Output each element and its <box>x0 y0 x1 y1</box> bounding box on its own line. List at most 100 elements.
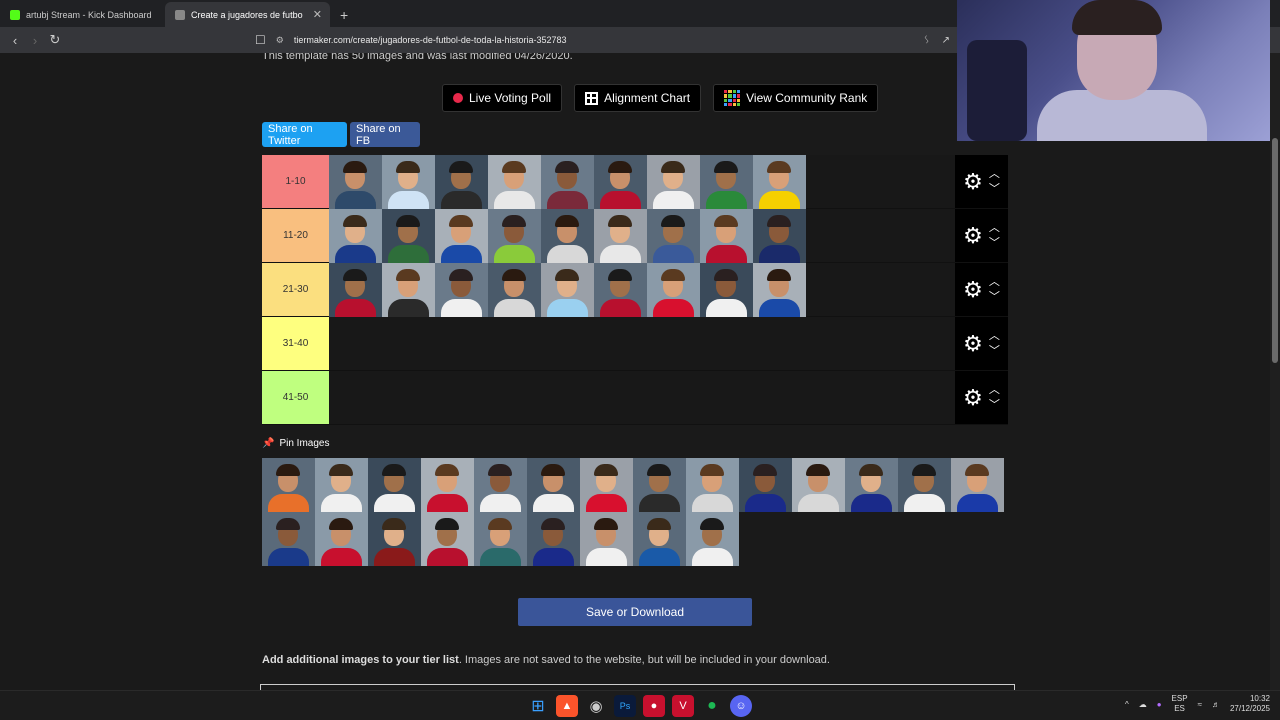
save-or-download-button[interactable]: Save or Download <box>518 598 752 626</box>
player-image[interactable] <box>686 458 739 512</box>
player-image[interactable] <box>315 458 368 512</box>
player-image[interactable] <box>845 458 898 512</box>
player-image[interactable] <box>700 263 753 317</box>
player-image[interactable] <box>262 458 315 512</box>
player-image[interactable] <box>647 209 700 263</box>
player-image[interactable] <box>368 512 421 566</box>
tab-kick-dashboard[interactable]: artubj Stream - Kick Dashboard <box>0 2 165 27</box>
tier-drop-area[interactable] <box>329 317 955 370</box>
player-image[interactable] <box>647 263 700 317</box>
player-image[interactable] <box>329 263 382 317</box>
player-image[interactable] <box>329 209 382 263</box>
player-image[interactable] <box>329 155 382 209</box>
player-image[interactable] <box>753 155 806 209</box>
photoshop-icon[interactable]: Ps <box>614 695 636 717</box>
player-image[interactable] <box>647 155 700 209</box>
player-image[interactable] <box>700 155 753 209</box>
gear-icon[interactable]: ⚙ <box>963 386 983 409</box>
tab-tiermaker[interactable]: Create a jugadores de futbol de ✕ <box>165 2 330 27</box>
player-image[interactable] <box>488 209 541 263</box>
share-twitter-button[interactable]: Share on Twitter <box>262 122 347 147</box>
tier-label[interactable]: 31-40 <box>262 317 329 370</box>
forward-icon[interactable]: › <box>25 33 45 48</box>
tier-label[interactable]: 41-50 <box>262 371 329 424</box>
player-image[interactable] <box>421 512 474 566</box>
player-image[interactable] <box>435 155 488 209</box>
tier-label[interactable]: 1-10 <box>262 155 329 208</box>
address-bar[interactable]: ☐ ⚙ tiermaker.com/create/jugadores-de-fu… <box>255 30 955 50</box>
tray-app-icon[interactable]: ☁ <box>1139 700 1147 709</box>
reload-icon[interactable]: ↻ <box>45 32 65 48</box>
player-image[interactable] <box>382 263 435 317</box>
language-indicator[interactable]: ESP ES <box>1172 694 1188 714</box>
player-image[interactable] <box>753 263 806 317</box>
player-image[interactable] <box>594 209 647 263</box>
player-image[interactable] <box>474 512 527 566</box>
player-image[interactable] <box>488 155 541 209</box>
move-down-icon[interactable]: ﹀ <box>989 236 1000 251</box>
clock[interactable]: 10:32 27/12/2025 <box>1230 694 1270 714</box>
view-community-rank-button[interactable]: View Community Rank <box>713 84 879 112</box>
player-image[interactable] <box>753 209 806 263</box>
tier-drop-area[interactable] <box>329 263 955 317</box>
gear-icon[interactable]: ⚙ <box>963 170 983 193</box>
tier-drop-area[interactable] <box>329 209 955 263</box>
move-up-icon[interactable]: ︿ <box>989 221 1000 236</box>
bookmark-icon[interactable]: ☐ <box>255 33 266 47</box>
player-image[interactable] <box>594 263 647 317</box>
recorder-icon[interactable]: ● <box>643 695 665 717</box>
player-image[interactable] <box>435 263 488 317</box>
player-image[interactable] <box>488 263 541 317</box>
move-up-icon[interactable]: ︿ <box>989 167 1000 182</box>
player-image[interactable] <box>633 458 686 512</box>
player-image[interactable] <box>541 263 594 317</box>
tier-label[interactable]: 21-30 <box>262 263 329 316</box>
tier-label[interactable]: 11-20 <box>262 209 329 262</box>
share-icon[interactable]: ↗ <box>942 35 950 46</box>
discord-icon[interactable]: ☺ <box>730 695 752 717</box>
player-image[interactable] <box>368 458 421 512</box>
player-image[interactable] <box>382 155 435 209</box>
player-image[interactable] <box>700 209 753 263</box>
tray-chevron-icon[interactable]: ^ <box>1125 700 1129 709</box>
player-image[interactable] <box>594 155 647 209</box>
page-scrollbar[interactable] <box>1270 53 1280 690</box>
move-down-icon[interactable]: ﹀ <box>989 182 1000 197</box>
pin-images-header[interactable]: 📌 Pin Images <box>262 438 329 449</box>
player-image[interactable] <box>686 512 739 566</box>
tier-drop-area[interactable] <box>329 155 955 209</box>
player-image[interactable] <box>898 458 951 512</box>
player-image[interactable] <box>580 458 633 512</box>
move-up-icon[interactable]: ︿ <box>989 383 1000 398</box>
player-image[interactable] <box>421 458 474 512</box>
gear-icon[interactable]: ⚙ <box>963 278 983 301</box>
player-image[interactable] <box>541 155 594 209</box>
alignment-chart-button[interactable]: Alignment Chart <box>574 84 702 112</box>
player-image[interactable] <box>951 458 1004 512</box>
start-icon[interactable]: ⊞ <box>527 695 549 717</box>
wifi-icon[interactable]: ≈ <box>1198 700 1202 709</box>
player-image[interactable] <box>580 512 633 566</box>
close-tab-icon[interactable]: ✕ <box>313 8 322 21</box>
gear-icon[interactable]: ⚙ <box>963 224 983 247</box>
back-icon[interactable]: ‹ <box>5 33 25 48</box>
player-image[interactable] <box>315 512 368 566</box>
player-image[interactable] <box>262 512 315 566</box>
player-image[interactable] <box>527 512 580 566</box>
translate-icon[interactable]: ᛊ <box>924 35 930 46</box>
player-image[interactable] <box>382 209 435 263</box>
scrollbar-thumb[interactable] <box>1272 138 1278 363</box>
microphone-icon[interactable]: ● <box>1157 700 1162 709</box>
new-tab-button[interactable]: + <box>330 7 358 27</box>
move-up-icon[interactable]: ︿ <box>989 329 1000 344</box>
move-down-icon[interactable]: ﹀ <box>989 344 1000 359</box>
player-image[interactable] <box>435 209 488 263</box>
share-fb-button[interactable]: Share on FB <box>350 122 420 147</box>
vegas-icon[interactable]: V <box>672 695 694 717</box>
player-image[interactable] <box>527 458 580 512</box>
move-down-icon[interactable]: ﹀ <box>989 398 1000 413</box>
player-image[interactable] <box>541 209 594 263</box>
live-voting-poll-button[interactable]: Live Voting Poll <box>442 84 563 112</box>
tier-drop-area[interactable] <box>329 371 955 424</box>
move-down-icon[interactable]: ﹀ <box>989 290 1000 305</box>
